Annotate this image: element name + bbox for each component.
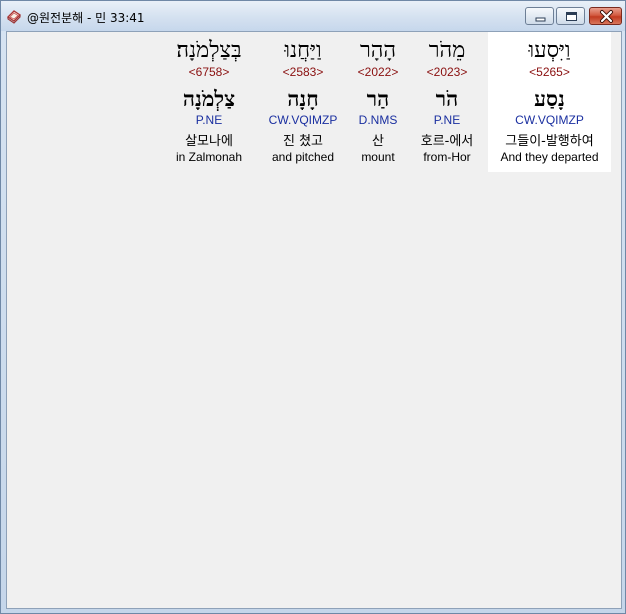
app-window: @원전분해 - 민 33:41 וַיִּסְעוּ <5265> נָסַע (0, 0, 626, 614)
maximize-button[interactable] (556, 7, 585, 25)
close-button[interactable] (589, 7, 622, 25)
hebrew-word: וַיִּסְעוּ (528, 38, 571, 63)
strong-number-link[interactable]: <2022> (347, 65, 409, 79)
close-icon (600, 10, 613, 23)
strong-number-link[interactable]: <2023> (407, 65, 487, 79)
morphology-code: P.NE (433, 113, 461, 127)
korean-gloss: 살모나에 (185, 134, 233, 149)
hebrew-lemma: הַר (366, 86, 390, 111)
strong-number-link[interactable]: <5265> (488, 65, 611, 79)
hebrew-lemma: צַלְמֹנָה (182, 86, 236, 111)
title-bar[interactable]: @원전분해 - 민 33:41 (1, 1, 625, 31)
hebrew-word: וַיַּחֲנוּ (284, 38, 322, 63)
morphology-code: CW.VQIMZP (515, 113, 584, 127)
hebrew-lemma: נָסַע (534, 86, 565, 111)
english-gloss: from-Hor (423, 150, 471, 164)
english-gloss: And they departed (500, 150, 599, 164)
hebrew-word: בְּצַלְמֹנָה׃ (176, 38, 242, 63)
hebrew-lemma: הֹר (435, 86, 459, 111)
bible-book-icon[interactable] (6, 8, 22, 24)
morphology-code: D.NMS (358, 113, 398, 127)
minimize-icon (535, 17, 546, 22)
morphology-code: P.NE (195, 113, 223, 127)
maximize-icon (566, 12, 577, 21)
english-gloss: mount (361, 150, 395, 164)
minimize-button[interactable] (525, 7, 554, 25)
korean-gloss: 호르-에서 (420, 134, 474, 149)
korean-gloss: 그들이-발행하여 (505, 134, 594, 149)
korean-gloss: 진 쳤고 (282, 134, 323, 149)
window-title: @원전분해 - 민 33:41 (27, 11, 145, 25)
english-gloss: and pitched (271, 150, 335, 164)
korean-gloss: 산 (372, 134, 384, 149)
strong-number-link[interactable]: <6758> (159, 65, 259, 79)
morphology-code: CW.VQIMZP (268, 113, 338, 127)
strong-number-link[interactable]: <2583> (257, 65, 349, 79)
hebrew-word: הָהָר (359, 38, 397, 63)
hebrew-lemma: חָנָה (287, 86, 319, 111)
interlinear-panel: וַיִּסְעוּ <5265> נָסַע CW.VQIMZP 그들이-발행… (6, 31, 622, 609)
english-gloss: in Zalmonah (175, 150, 243, 164)
hebrew-word: מֵהֹר (428, 38, 466, 63)
